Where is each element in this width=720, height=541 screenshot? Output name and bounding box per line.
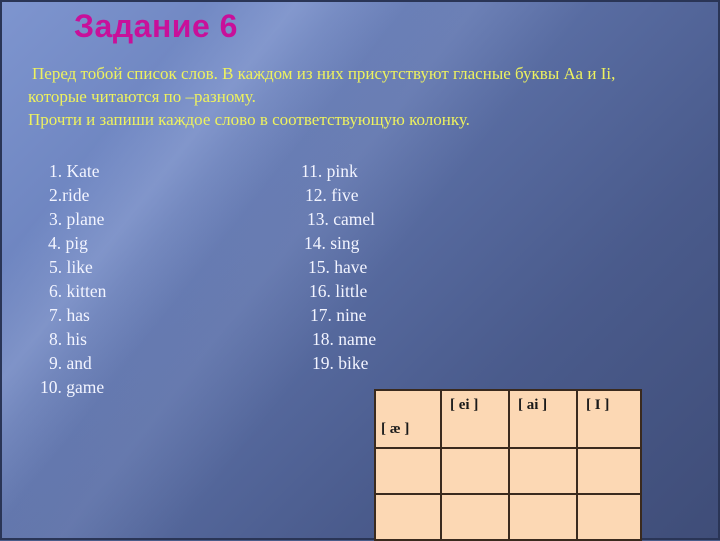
word-item: 19. bike (312, 353, 369, 373)
table-row (374, 447, 642, 495)
answer-cell[interactable] (576, 493, 642, 541)
word-item: 7. has (49, 305, 90, 325)
header-label: [ æ ] (381, 421, 410, 437)
word-item: 14. sing (304, 233, 360, 253)
header-label: [ ai ] (518, 397, 548, 413)
word-item: 3. plane (49, 209, 105, 229)
word-item: 17. nine (310, 305, 367, 325)
instruction-line: которые читаются по –разному. (28, 87, 256, 106)
word-item: 8. his (49, 329, 87, 349)
instructions: Перед тобой список слов. В каждом из них… (28, 62, 720, 131)
header-cell-i: [ I ] (576, 389, 642, 449)
word-item: 18. name (312, 329, 377, 349)
slide-title: Задание 6 (74, 8, 238, 44)
word-item: 13. camel (307, 209, 376, 229)
header-cell-ei: [ ei ] (440, 389, 510, 449)
answer-cell[interactable] (440, 447, 510, 495)
answer-cell[interactable] (576, 447, 642, 495)
answer-table: [ æ ] [ ei ] [ ai ] [ I ] (374, 389, 642, 541)
slide: Задание 6 Перед тобой список слов. В каж… (0, 0, 720, 541)
word-item: 1. Kate (49, 161, 100, 181)
instruction-line: Прочти и запиши каждое слово в соответст… (28, 110, 470, 129)
word-item: 5. like (49, 257, 93, 277)
header-label: [ ei ] (450, 397, 479, 413)
instruction-line: Перед тобой список слов. В каждом из них… (32, 64, 616, 83)
header-cell-ai: [ ai ] (508, 389, 578, 449)
header-label: [ I ] (586, 397, 610, 413)
answer-cell[interactable] (440, 493, 510, 541)
word-item: 10. game (40, 377, 105, 397)
word-item: 15. have (308, 257, 368, 277)
word-item: 9. and (49, 353, 92, 373)
word-item: 6. kitten (49, 281, 107, 301)
word-item: 16. little (309, 281, 368, 301)
header-cell-ae: [ æ ] (374, 389, 442, 449)
word-item: 4. pig (48, 233, 88, 253)
answer-cell[interactable] (374, 493, 442, 541)
word-item: 11. pink (301, 161, 358, 181)
word-item: 12. five (305, 185, 359, 205)
answer-cell[interactable] (508, 493, 578, 541)
table-header-row: [ æ ] [ ei ] [ ai ] [ I ] (374, 389, 642, 449)
answer-cell[interactable] (508, 447, 578, 495)
word-item: 2.ride (49, 185, 90, 205)
answer-cell[interactable] (374, 447, 442, 495)
table-row (374, 493, 642, 541)
